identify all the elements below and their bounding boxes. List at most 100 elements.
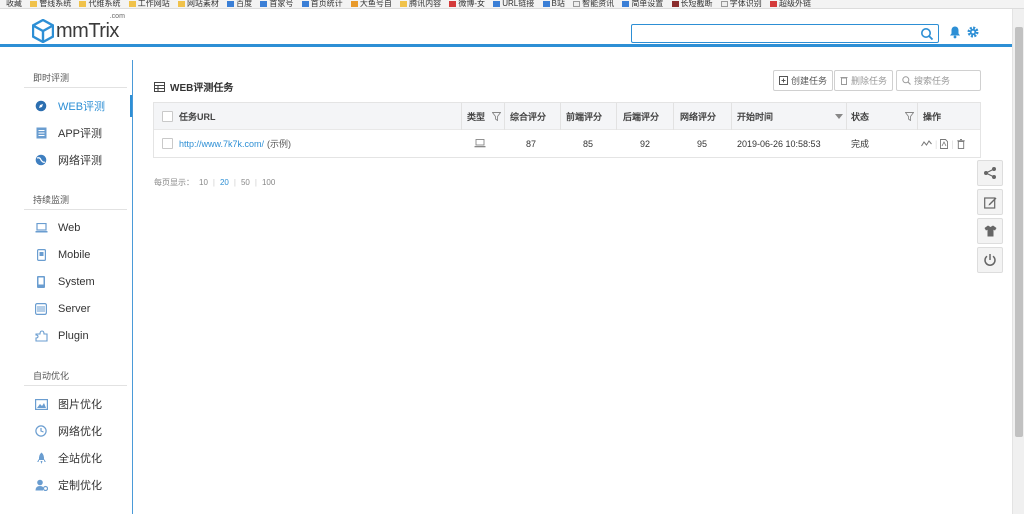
filter-icon[interactable] [492, 112, 501, 121]
sidebar-item-network-opt[interactable]: 网络优化 [24, 420, 132, 442]
sort-desc-icon[interactable] [835, 114, 843, 119]
trash-icon [840, 77, 848, 85]
bookmark-item[interactable]: 收藏 [6, 0, 22, 8]
sidebar: 即时评测 WEB评测 APP评测 网络评测 持续监测 Web Mobile Sy… [0, 60, 133, 514]
bookmark-item[interactable]: 管线系统 [30, 0, 71, 8]
select-all-checkbox[interactable] [162, 111, 173, 122]
laptop-icon [474, 139, 486, 148]
floating-toolbar [977, 160, 1003, 276]
task-search-input[interactable] [914, 75, 980, 86]
bookmark-item[interactable]: 超级外链 [770, 0, 811, 8]
sidebar-item-label: 全站优化 [58, 453, 102, 465]
power-icon [984, 254, 996, 266]
bookmark-item[interactable]: 百度 [227, 0, 252, 8]
server-icon [34, 302, 48, 316]
row-actions: | | [921, 130, 965, 157]
sidebar-item-mobile[interactable]: Mobile [24, 244, 132, 266]
bookmark-item[interactable]: 长短截断 [671, 0, 713, 8]
col-header-frontend[interactable]: 前端评分 [566, 103, 602, 130]
logo[interactable]: mmTrix .com [32, 13, 125, 44]
col-header-status[interactable]: 状态 [851, 103, 869, 130]
bookmark-item[interactable]: 首页统计 [301, 0, 343, 8]
sidebar-item-label: Mobile [58, 249, 91, 261]
bookmark-item[interactable]: 腾讯内容 [400, 0, 441, 8]
phone-icon [34, 275, 48, 289]
table-icon [154, 81, 165, 92]
bookmark-item[interactable]: 工作网站 [128, 0, 170, 8]
sidebar-item-site-opt[interactable]: 全站优化 [24, 447, 132, 469]
global-search-input[interactable] [632, 25, 912, 42]
filter-icon[interactable] [905, 112, 914, 121]
bookmark-item[interactable]: 微博-女 [449, 0, 485, 8]
table-row[interactable]: http://www.7k7k.com/ (示例) 87 85 92 95 20… [154, 130, 980, 157]
trash-icon[interactable] [956, 138, 965, 149]
globe-icon [34, 153, 48, 167]
page-size-option[interactable]: 100 [257, 178, 280, 187]
page-size-option-selected[interactable]: 20 [215, 178, 234, 187]
create-icon [779, 76, 788, 85]
col-header-start-time[interactable]: 开始时间 [737, 103, 773, 130]
sidebar-item-web-test[interactable]: WEB评测 [24, 95, 132, 117]
logo-icon [32, 19, 54, 43]
sidebar-item-app-test[interactable]: APP评测 [24, 122, 132, 144]
logo-domain: .com [109, 13, 125, 20]
page-scrollbar[interactable] [1012, 9, 1024, 514]
feedback-button[interactable] [977, 189, 1003, 215]
logout-button[interactable] [977, 247, 1003, 273]
type-cell [474, 130, 486, 157]
bookmark-item[interactable]: 简单设置 [622, 0, 663, 8]
start-time: 2019-06-26 10:58:53 [737, 138, 821, 149]
scrollbar-thumb[interactable] [1015, 27, 1023, 437]
col-header-type[interactable]: 类型 [467, 103, 485, 130]
trend-icon[interactable] [921, 139, 932, 148]
bookmark-item[interactable]: 字体识别 [720, 0, 762, 8]
sidebar-item-label: APP评测 [58, 128, 103, 140]
sidebar-item-plugin[interactable]: Plugin [24, 325, 132, 347]
delete-task-label: 删除任务 [851, 76, 888, 86]
pdf-icon[interactable] [940, 138, 949, 149]
gear-icon[interactable] [966, 25, 980, 39]
sidebar-item-network-test[interactable]: 网络评测 [24, 149, 132, 171]
task-search [896, 70, 981, 91]
rocket-icon [34, 451, 48, 465]
bookmark-item[interactable]: 首家号 [260, 0, 293, 8]
sidebar-item-server[interactable]: Server [24, 298, 132, 320]
bell-icon[interactable] [948, 25, 962, 39]
logo-text: mmTrix [56, 19, 119, 42]
shirt-icon [984, 225, 996, 237]
col-header-overall[interactable]: 综合评分 [510, 103, 546, 130]
search-icon[interactable] [920, 27, 934, 41]
sidebar-item-label: Server [58, 303, 91, 315]
share-button[interactable] [977, 160, 1003, 186]
table-header-row: 任务URL 类型 综合评分 前端评分 后端评分 网络评分 开始时间 状态 操作 [154, 103, 980, 130]
sidebar-item-system[interactable]: System [24, 271, 132, 293]
bookmark-item[interactable]: 网站素材 [177, 0, 219, 8]
task-url-cell: http://www.7k7k.com/ (示例) [179, 130, 291, 157]
create-task-button[interactable]: 创建任务 [773, 70, 834, 91]
bookmark-item[interactable]: 代维系统 [79, 0, 120, 8]
row-checkbox[interactable] [162, 138, 173, 149]
create-task-label: 创建任务 [791, 76, 828, 86]
bookmark-item[interactable]: 智能资讯 [573, 0, 614, 8]
page-size-option[interactable]: 50 [236, 178, 255, 187]
col-header-backend[interactable]: 后端评分 [623, 103, 659, 130]
compass-icon [34, 99, 48, 113]
network-score: 95 [697, 138, 708, 149]
page-size-option[interactable]: 10 [194, 178, 213, 187]
col-header-network[interactable]: 网络评分 [680, 103, 716, 130]
task-url-link[interactable]: http://www.7k7k.com/ [179, 139, 264, 149]
sidebar-item-custom-opt[interactable]: 定制优化 [24, 474, 132, 496]
bookmark-item[interactable]: 大鱼号自 [350, 0, 392, 8]
theme-button[interactable] [977, 218, 1003, 244]
delete-task-button[interactable]: 删除任务 [834, 70, 894, 91]
sidebar-item-label: Web [58, 222, 81, 234]
bookmark-item[interactable]: B站 [542, 0, 565, 8]
page-size-selector: 每页显示： 10 | 20 | 50 | 100 [154, 177, 280, 188]
sidebar-item-label: 网络评测 [58, 155, 102, 167]
image-icon [34, 397, 48, 411]
sidebar-item-web[interactable]: Web [24, 217, 132, 239]
col-header-url[interactable]: 任务URL [179, 103, 216, 130]
sidebar-item-image-opt[interactable]: 图片优化 [24, 393, 132, 415]
divider [24, 385, 127, 386]
bookmark-item[interactable]: URL链接 [493, 0, 534, 8]
